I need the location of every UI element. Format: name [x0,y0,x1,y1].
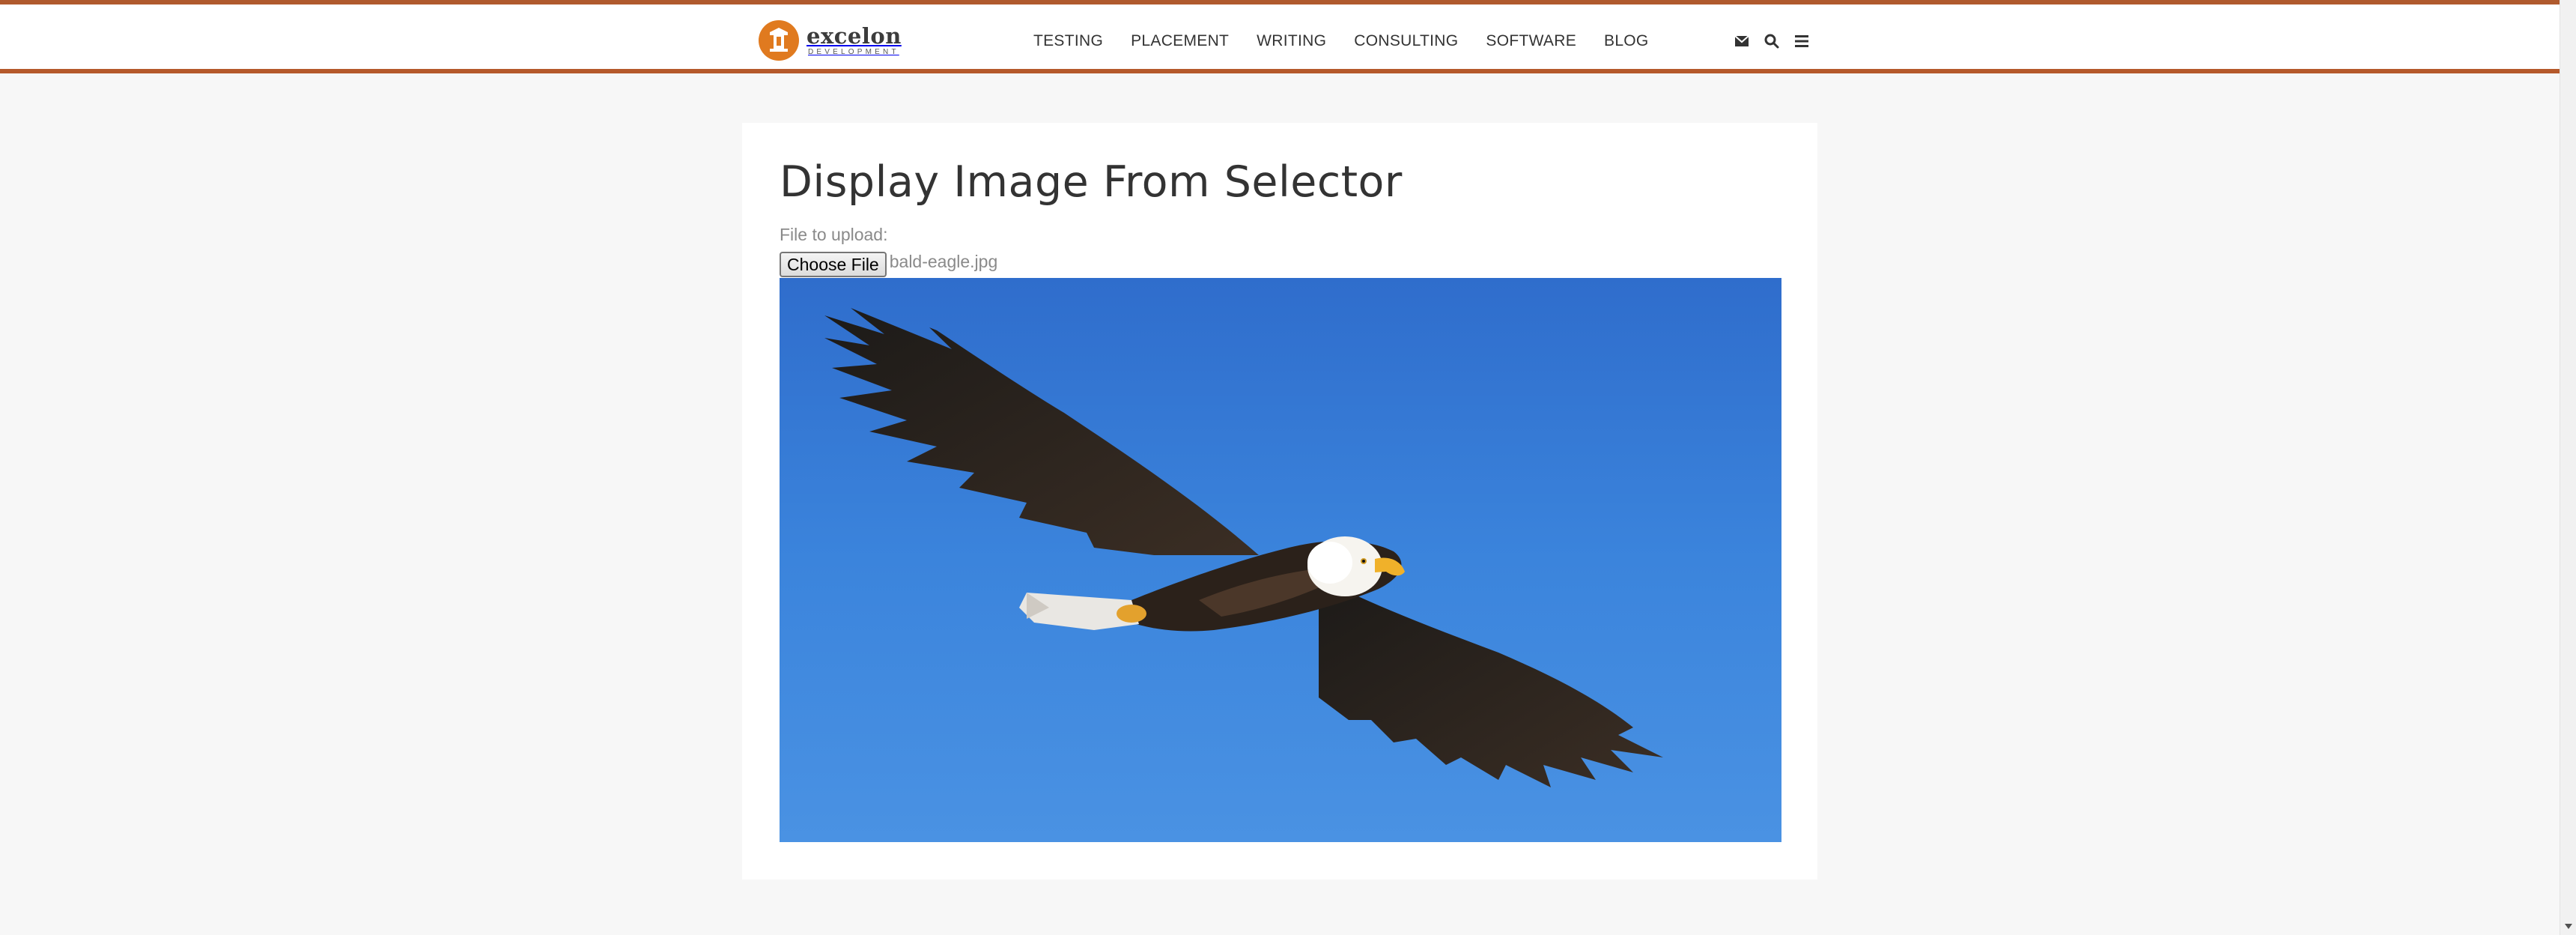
nav-item-testing[interactable]: TESTING [1033,32,1103,50]
page-title: Display Image From Selector [780,157,1403,207]
brand-name: excelon [806,22,902,49]
nav-item-consulting[interactable]: CONSULTING [1354,32,1458,50]
upload-label: File to upload: [780,225,888,244]
image-preview [780,278,1781,842]
bald-eagle-image [780,278,1781,842]
page-scrollbar[interactable] [2560,0,2576,935]
scrollbar-thumb[interactable] [2563,4,2574,916]
brand-logo[interactable]: excelon DEVELOPMENT [757,18,901,63]
menu-icon[interactable] [1792,31,1811,51]
excelon-logo-icon [757,19,801,62]
nav-item-writing[interactable]: WRITING [1257,32,1326,50]
nav-item-blog[interactable]: BLOG [1604,32,1649,50]
brand-subtitle: DEVELOPMENT [808,47,899,56]
file-selector: Choose File bald-eagle.jpg [780,252,997,277]
search-icon[interactable] [1762,31,1781,51]
content-card: Display Image From Selector File to uplo… [742,123,1817,880]
header-accent-border [0,69,2560,73]
nav-item-software[interactable]: SOFTWARE [1486,32,1576,50]
header-icons [1732,9,1822,73]
selected-file-name: bald-eagle.jpg [889,251,998,271]
envelope-icon[interactable] [1732,31,1752,51]
main-nav: TESTING PLACEMENT WRITING CONSULTING SOF… [1033,9,1677,73]
site-header: excelon DEVELOPMENT TESTING PLACEMENT WR… [0,4,2560,69]
scroll-down-arrow-icon[interactable] [2565,924,2572,929]
choose-file-button[interactable]: Choose File [780,252,887,277]
nav-item-placement[interactable]: PLACEMENT [1131,32,1229,50]
